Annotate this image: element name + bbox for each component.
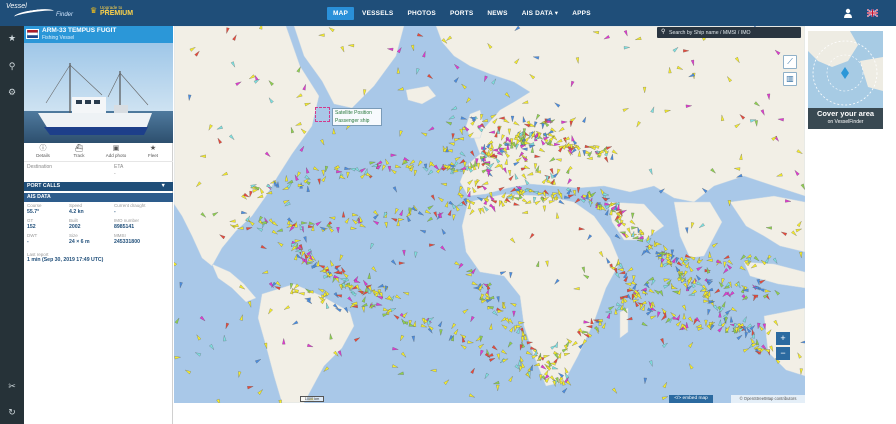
vessel-panel: ARM-33 TEMPUS FUGIT Fishing Vessel ⓘ Det… bbox=[24, 26, 173, 424]
ais-data-label: AIS DATA bbox=[27, 194, 51, 200]
eta-value: - bbox=[114, 171, 116, 177]
add-photo-label: Add photo bbox=[105, 153, 127, 158]
nav-news[interactable]: NEWS bbox=[481, 7, 513, 20]
last-report-value: 1 min (Sep 30, 2019 17:49 UTC) bbox=[27, 257, 104, 263]
ais-imo: IMO number 8985141 bbox=[114, 218, 140, 230]
ais-gt: GT 152 bbox=[27, 218, 36, 230]
logo-subtext: Finder bbox=[56, 12, 74, 18]
port-calls-toggle[interactable]: PORT CALLS ▼ bbox=[24, 182, 173, 191]
tooltip-title: Satellite Position bbox=[335, 110, 372, 116]
nav-vessels[interactable]: VESSELS bbox=[356, 7, 399, 20]
vessel-header: ARM-33 TEMPUS FUGIT Fishing Vessel bbox=[24, 26, 173, 43]
top-bar: Vessel Finder ♛ Upgrade to PREMIUM MAP V… bbox=[0, 0, 896, 26]
embed-map-button[interactable]: </> embed map bbox=[669, 395, 713, 403]
nav-photos[interactable]: PHOTOS bbox=[401, 7, 442, 20]
zoom-in-button[interactable]: + bbox=[776, 332, 790, 345]
map-scale: 1000 km bbox=[300, 396, 324, 402]
main-nav: MAP VESSELS PHOTOS PORTS NEWS AIS DATA ▾… bbox=[327, 7, 599, 20]
ais-draught: Current draught - bbox=[114, 203, 146, 215]
destination-label: Destination bbox=[27, 164, 53, 170]
ais-size: Size 24 × 6 m bbox=[69, 233, 90, 245]
ais-built: Built 2002 bbox=[69, 218, 81, 230]
add-photo-button[interactable]: ▣ Add photo bbox=[99, 144, 133, 158]
ais-speed: Speed 4.2 kn bbox=[69, 203, 84, 215]
selected-vessel-marker[interactable] bbox=[315, 107, 330, 122]
ad-subtitle: on VesselFinder bbox=[827, 119, 864, 125]
map-attribution[interactable]: © OpenStreetMap contributors bbox=[731, 395, 805, 403]
tooltip-subtitle: Passenger ship bbox=[335, 118, 370, 124]
nav-apps[interactable]: APPS bbox=[566, 7, 597, 20]
port-calls-label: PORT CALLS bbox=[27, 183, 61, 189]
left-toolbar: ★ ⚲ ⚙ ✂ ↻ bbox=[0, 26, 24, 424]
track-icon: ⛴ bbox=[74, 145, 84, 152]
zoom-out-button[interactable]: − bbox=[776, 347, 790, 360]
user-icon[interactable] bbox=[843, 8, 853, 18]
details-button[interactable]: ⓘ Details bbox=[26, 144, 60, 158]
camera-icon: ▣ bbox=[112, 145, 120, 152]
premium-label: PREMIUM bbox=[100, 10, 134, 17]
nav-map[interactable]: MAP bbox=[327, 7, 355, 20]
nav-ais-data[interactable]: AIS DATA ▾ bbox=[516, 7, 565, 20]
coverage-ad-banner[interactable]: Cover your area on VesselFinder bbox=[808, 108, 883, 129]
location-pin-icon[interactable]: ⚲ bbox=[6, 60, 18, 72]
fleet-button[interactable]: ★ Fleet bbox=[136, 144, 170, 158]
eta-label: ETA bbox=[114, 164, 124, 170]
vesselfinder-logo[interactable]: Vessel Finder bbox=[4, 2, 84, 24]
vessel-photo[interactable] bbox=[24, 43, 173, 143]
refresh-icon[interactable]: ↻ bbox=[6, 406, 18, 418]
ais-dwt: DWT - bbox=[27, 233, 38, 245]
measure-tool-icon[interactable]: ⟋ bbox=[783, 55, 797, 69]
destination-row: Destination ETA - bbox=[24, 161, 173, 181]
ad-title: Cover your area bbox=[816, 109, 875, 118]
world-map[interactable] bbox=[174, 26, 805, 403]
flag-netherlands-icon bbox=[26, 29, 39, 39]
ais-data-header: AIS DATA bbox=[24, 193, 173, 202]
nav-ports[interactable]: PORTS bbox=[444, 7, 479, 20]
star-icon: ★ bbox=[149, 145, 157, 152]
info-icon: ⓘ bbox=[39, 145, 47, 152]
language-flag-uk-icon[interactable] bbox=[867, 9, 878, 17]
chevron-down-icon: ▼ bbox=[160, 183, 166, 189]
tools-icon[interactable]: ✂ bbox=[6, 380, 18, 392]
logo-text: Vessel bbox=[6, 3, 27, 10]
track-label: Track bbox=[73, 153, 85, 158]
details-label: Details bbox=[36, 153, 50, 158]
gear-icon[interactable]: ⚙ bbox=[6, 86, 18, 98]
last-report: Last report 1 min (Sep 30, 2019 17:49 UT… bbox=[27, 252, 103, 263]
ship-search-box[interactable]: ⚲ bbox=[657, 27, 801, 38]
search-icon: ⚲ bbox=[661, 29, 666, 35]
fleet-label: Fleet bbox=[147, 153, 158, 158]
vessel-tooltip: Satellite Position Passenger ship bbox=[332, 108, 382, 126]
track-button[interactable]: ⛴ Track bbox=[62, 144, 96, 158]
ais-mmsi: MMSI 245331800 bbox=[114, 233, 140, 245]
crown-icon: ♛ bbox=[90, 6, 98, 15]
vessel-type: Fishing Vessel bbox=[42, 35, 75, 41]
vessel-name: ARM-33 TEMPUS FUGIT bbox=[42, 27, 117, 34]
ais-course: Course 55.7° bbox=[27, 203, 42, 215]
vessel-actions: ⓘ Details ⛴ Track ▣ Add photo ★ Fleet bbox=[24, 144, 173, 160]
star-icon[interactable]: ★ bbox=[6, 32, 18, 44]
map-layers-icon[interactable]: ▥ bbox=[783, 72, 797, 86]
map-canvas[interactable] bbox=[174, 26, 805, 403]
ship-search-input[interactable] bbox=[669, 28, 797, 37]
